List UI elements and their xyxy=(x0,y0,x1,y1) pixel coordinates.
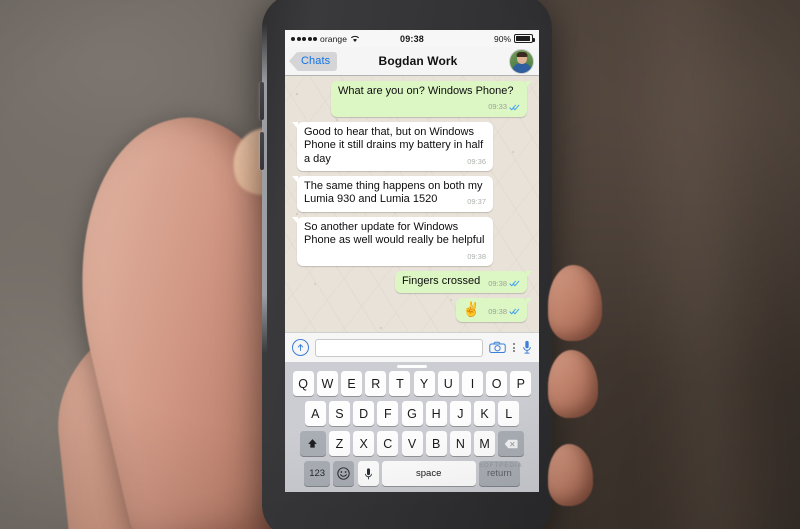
photo-scene: orange 09:38 90% Chats xyxy=(0,0,800,529)
scene-vignette xyxy=(0,0,800,529)
